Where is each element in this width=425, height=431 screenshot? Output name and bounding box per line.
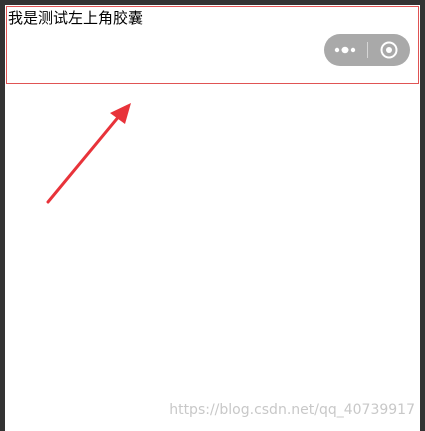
- capsule-close-button[interactable]: [368, 34, 410, 66]
- capsule-menu-button[interactable]: [324, 34, 367, 66]
- page-title: 我是测试左上角胶囊: [8, 9, 144, 27]
- mini-program-capsule: [324, 34, 410, 66]
- navigation-bar: 我是测试左上角胶囊: [6, 6, 419, 84]
- watermark-text: https://blog.csdn.net/qq_40739917: [169, 402, 415, 418]
- target-circle-icon: [380, 41, 398, 59]
- more-dots-icon: [334, 46, 356, 54]
